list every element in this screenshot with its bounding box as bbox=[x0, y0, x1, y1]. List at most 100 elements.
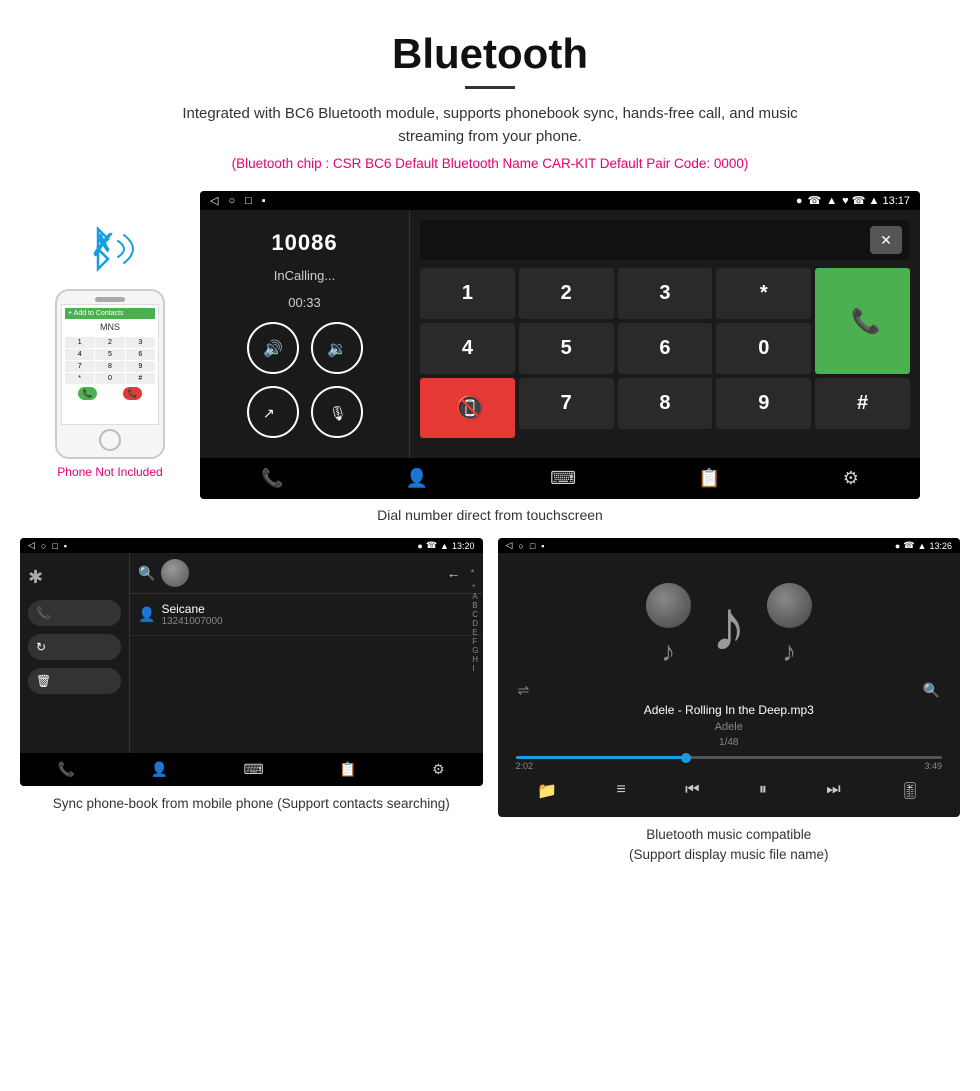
phone-illustration: ✗ + Add to Contacts MNS 123 bbox=[30, 191, 190, 479]
bottom-section: ◁ ○ □ ▪ ● ☎ ▲ 13:20 ✱ 📞 bbox=[0, 538, 980, 886]
phone-home-button bbox=[99, 429, 121, 451]
pb-contact-person-icon: 👤 bbox=[138, 606, 155, 623]
dial-caption: Dial number direct from touchscreen bbox=[0, 499, 980, 538]
android-dial-screen: ◁ ○ □ ▪ ● ☎ ▲ ♥ ☎ ▲ 13:17 10086 InCallin… bbox=[200, 191, 920, 499]
key-9[interactable]: 9 bbox=[716, 378, 811, 429]
music-equalizer-icon[interactable]: 🎚 bbox=[900, 781, 920, 801]
music-left-art: ♪ bbox=[646, 583, 691, 668]
recent-icon: □ bbox=[245, 195, 252, 207]
transfer-button[interactable]: ↗ bbox=[247, 386, 299, 438]
bluetooth-symbol-icon: ✗ bbox=[90, 226, 117, 264]
pb-delete-btn[interactable]: 🗑 bbox=[28, 668, 121, 694]
dial-extra-buttons: ↗ 🎙 bbox=[247, 386, 363, 438]
key-1[interactable]: 1 bbox=[420, 268, 515, 319]
music-location-icon: ● bbox=[895, 541, 900, 551]
call-red-button[interactable]: 📵 bbox=[420, 378, 515, 438]
phonebook-item: ◁ ○ □ ▪ ● ☎ ▲ 13:20 ✱ 📞 bbox=[20, 538, 483, 866]
music-search-icon[interactable]: 🔍 bbox=[923, 682, 940, 699]
dial-number: 10086 bbox=[271, 230, 337, 256]
progress-dot[interactable] bbox=[681, 753, 691, 763]
pb-screenshot-icon: ▪ bbox=[64, 541, 67, 551]
phone-speaker bbox=[95, 297, 125, 302]
pb-nav-contacts-icon[interactable]: 👤 bbox=[151, 761, 168, 778]
key-4[interactable]: 4 bbox=[420, 323, 515, 374]
location-icon: ● bbox=[796, 195, 803, 207]
music-folder-icon[interactable]: 📁 bbox=[537, 781, 557, 801]
key-8[interactable]: 8 bbox=[618, 378, 713, 429]
call-green-button[interactable]: 📞 bbox=[815, 268, 910, 374]
nav-contacts-icon[interactable]: 👤 bbox=[406, 468, 428, 489]
music-album-area: ♪ ♪ ♪ bbox=[508, 563, 951, 678]
header-info: (Bluetooth chip : CSR BC6 Default Blueto… bbox=[20, 156, 960, 171]
bluetooth-icon-wrap: ✗ bbox=[70, 221, 150, 281]
key-7[interactable]: 7 bbox=[519, 378, 614, 429]
pb-nav-recent-icon[interactable]: 📋 bbox=[339, 761, 356, 778]
pb-call-btn[interactable]: 📞 bbox=[28, 600, 121, 626]
music-small-album-art-left bbox=[646, 583, 691, 628]
svg-text:🎙: 🎙 bbox=[329, 405, 347, 421]
volume-up-button[interactable]: 🔊 bbox=[247, 322, 299, 374]
dial-right-panel: ✕ 1 2 3 * 📞 4 5 6 0 📵 bbox=[410, 210, 920, 458]
music-right-art: ♪ bbox=[767, 583, 812, 668]
pb-nav-call-icon[interactable]: 📞 bbox=[58, 761, 75, 778]
status-bar-left: ◁ ○ □ ▪ bbox=[210, 194, 266, 207]
pb-home-icon: ○ bbox=[41, 541, 46, 551]
phone-screen: + Add to Contacts MNS 123 456 789 *0# 📞 … bbox=[61, 304, 159, 425]
pb-nav-dialpad-icon[interactable]: ⌨ bbox=[244, 761, 264, 778]
music-prev-icon[interactable]: ⏮ bbox=[685, 781, 699, 801]
status-bar-right: ● ☎ ▲ ♥ ☎ ▲ 13:17 bbox=[796, 194, 910, 207]
pb-call-icon: 📞 bbox=[36, 606, 51, 620]
progress-total: 3:49 bbox=[924, 761, 942, 771]
pb-recent-icon: □ bbox=[52, 541, 57, 551]
music-caption: Bluetooth music compatible(Support displ… bbox=[498, 817, 961, 866]
key-6[interactable]: 6 bbox=[618, 323, 713, 374]
dial-content: 10086 InCalling... 00:33 🔊 🔉 ↗ bbox=[200, 210, 920, 458]
nav-recent-icon[interactable]: 📋 bbox=[698, 468, 720, 489]
key-2[interactable]: 2 bbox=[519, 268, 614, 319]
phone-mockup: + Add to Contacts MNS 123 456 789 *0# 📞 … bbox=[55, 289, 165, 459]
nav-call-icon[interactable]: 📞 bbox=[261, 468, 283, 489]
pb-status-bar: ◁ ○ □ ▪ ● ☎ ▲ 13:20 bbox=[20, 538, 483, 553]
pb-sync-btn[interactable]: ↻ bbox=[28, 634, 121, 660]
mute-button[interactable]: 🎙 bbox=[311, 386, 363, 438]
music-shuffle-icon[interactable]: ⇌ bbox=[518, 682, 530, 699]
key-5[interactable]: 5 bbox=[519, 323, 614, 374]
key-star[interactable]: * bbox=[716, 268, 811, 319]
pb-contacts: 🔍 ← * 👤 Seicane 13241007000 bbox=[130, 553, 483, 636]
pb-right-panel: 🔍 ← * 👤 Seicane 13241007000 bbox=[130, 553, 483, 753]
music-note-right-icon: ♪ bbox=[782, 636, 796, 668]
music-wifi-icon: ▲ bbox=[918, 541, 927, 551]
music-signal-icon: ☎ bbox=[903, 540, 914, 551]
music-note-left-icon: ♪ bbox=[661, 636, 675, 668]
nav-settings-icon[interactable]: ⚙ bbox=[843, 468, 859, 489]
dial-volume-buttons: 🔊 🔉 bbox=[247, 322, 363, 374]
music-play-pause-icon[interactable]: ⏸ bbox=[759, 781, 767, 801]
music-screen: ◁ ○ □ ▪ ● ☎ ▲ 13:26 ♪ bbox=[498, 538, 961, 817]
volume-down-button[interactable]: 🔉 bbox=[311, 322, 363, 374]
time-display: ♥ ☎ ▲ 13:17 bbox=[842, 194, 910, 207]
key-3[interactable]: 3 bbox=[618, 268, 713, 319]
dial-left-panel: 10086 InCalling... 00:33 🔊 🔉 ↗ bbox=[200, 210, 410, 458]
dial-timer: 00:33 bbox=[288, 295, 321, 310]
key-0[interactable]: 0 bbox=[716, 323, 811, 374]
pb-bluetooth-icon: ✱ bbox=[28, 563, 121, 592]
music-next-icon[interactable]: ⏭ bbox=[826, 781, 840, 801]
phone-screen-header: + Add to Contacts bbox=[65, 308, 155, 319]
dial-backspace-button[interactable]: ✕ bbox=[870, 226, 902, 254]
pb-nav-settings-icon[interactable]: ⚙ bbox=[432, 761, 445, 778]
page-header: Bluetooth Integrated with BC6 Bluetooth … bbox=[0, 0, 980, 191]
music-playlist-icon[interactable]: ≡ bbox=[616, 781, 625, 801]
home-icon: ○ bbox=[228, 195, 235, 207]
pb-delete-icon: 🗑 bbox=[36, 674, 51, 688]
music-recent-icon: □ bbox=[530, 541, 535, 551]
svg-text:📵: 📵 bbox=[455, 394, 483, 422]
pb-alpha-index: * A B C D E F G H I bbox=[472, 583, 478, 673]
music-artist-name: Adele bbox=[715, 721, 743, 733]
nav-dialpad-icon[interactable]: ⌨ bbox=[550, 468, 576, 489]
key-hash[interactable]: # bbox=[815, 378, 910, 429]
progress-bar-fill bbox=[516, 756, 687, 759]
header-description: Integrated with BC6 Bluetooth module, su… bbox=[180, 103, 800, 148]
music-home-icon: ○ bbox=[518, 541, 523, 551]
pb-contact-row[interactable]: 👤 Seicane 13241007000 bbox=[130, 594, 483, 636]
pb-contact-number: 13241007000 bbox=[161, 616, 222, 627]
